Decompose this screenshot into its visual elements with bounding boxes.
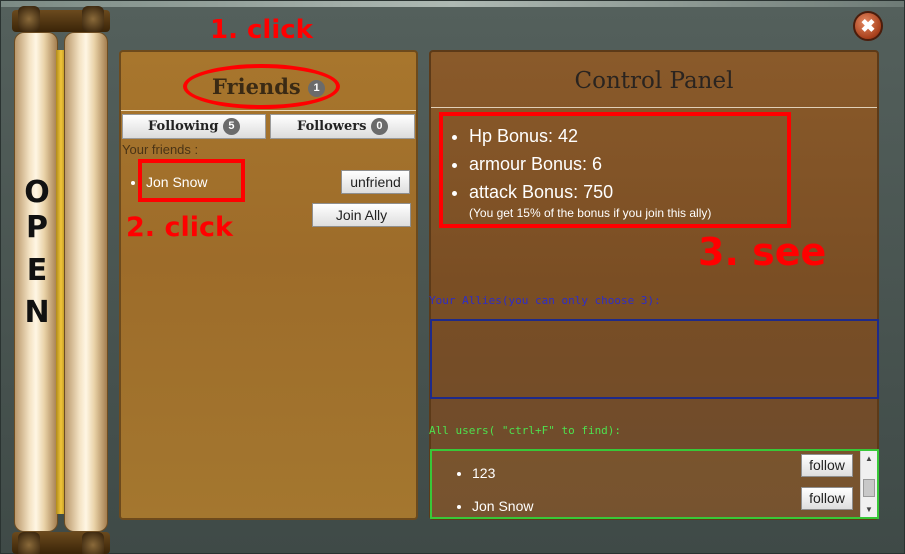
annotation-step3: 3. see bbox=[698, 230, 827, 274]
open-scroll[interactable]: O P E N bbox=[12, 6, 110, 554]
scroll-down-icon[interactable]: ▼ bbox=[865, 505, 873, 514]
unfriend-button[interactable]: unfriend bbox=[341, 170, 410, 194]
open-letter-p: P bbox=[26, 210, 48, 245]
annotation-box-friend bbox=[138, 159, 245, 202]
all-users-label: All users( "ctrl+F" to find): bbox=[429, 424, 622, 437]
annotation-box-bonus bbox=[439, 112, 791, 228]
join-ally-button[interactable]: Join Ally bbox=[312, 203, 411, 227]
allies-label: Your Allies(you can only choose 3): bbox=[429, 294, 661, 307]
scroll-top-rod bbox=[12, 6, 110, 32]
users-scrollbar[interactable]: ▲ ▼ bbox=[860, 451, 877, 517]
tab-following[interactable]: Following 5 bbox=[122, 114, 266, 139]
annotation-step2: 2. click bbox=[126, 212, 233, 243]
close-icon[interactable]: ✖ bbox=[853, 11, 883, 41]
follow-button[interactable]: follow bbox=[801, 487, 853, 510]
allies-box[interactable] bbox=[430, 319, 879, 399]
scroll-bottom-rod bbox=[12, 532, 110, 554]
friends-panel: Friends 1 Following 5 Followers 0 Your f… bbox=[119, 50, 418, 520]
users-list-box[interactable]: 123 Jon Snow follow follow ▲ ▼ bbox=[430, 449, 879, 519]
users-list: 123 Jon Snow bbox=[472, 457, 534, 517]
control-panel-title: Control Panel bbox=[574, 68, 734, 94]
followers-count-badge: 0 bbox=[370, 118, 388, 135]
annotation-step1: 1. click bbox=[210, 15, 313, 45]
following-count-badge: 5 bbox=[222, 118, 240, 135]
open-letter-e: E bbox=[26, 253, 48, 288]
tab-followers[interactable]: Followers 0 bbox=[270, 114, 415, 139]
follow-button[interactable]: follow bbox=[801, 454, 853, 477]
scroll-up-icon[interactable]: ▲ bbox=[865, 454, 873, 463]
tab-followers-label: Followers bbox=[297, 119, 367, 134]
scroll-thumb[interactable] bbox=[863, 479, 875, 497]
annotation-ellipse bbox=[183, 64, 340, 109]
open-letter-n: N bbox=[24, 295, 50, 330]
user-name: Jon Snow bbox=[472, 498, 534, 514]
user-item: 123 bbox=[472, 457, 533, 490]
user-item: Jon Snow bbox=[472, 490, 534, 517]
tab-following-label: Following bbox=[148, 119, 219, 134]
your-friends-label: Your friends : bbox=[122, 142, 199, 157]
open-letter-o: O bbox=[24, 175, 50, 210]
scroll-paper-right bbox=[64, 32, 108, 532]
user-name: 123 bbox=[472, 465, 496, 481]
